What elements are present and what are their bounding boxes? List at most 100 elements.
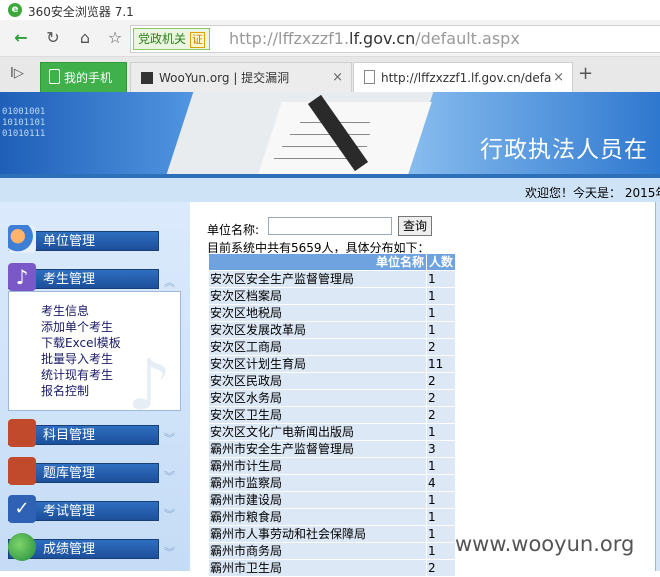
count-cell: 1 xyxy=(426,491,456,509)
table-row: 安次区地税局 1 xyxy=(208,304,456,322)
count-cell: 4 xyxy=(426,474,456,492)
examinee-submenu: ♪ 考生信息 添加单个考生 下载Excel模板 批量导入考生 统计现有考生 报名… xyxy=(8,291,181,426)
url-prefix: http://lffzxzzf1. xyxy=(229,29,350,48)
unit-name-cell: 霸州市人事劳动和社会保障局 xyxy=(208,525,427,543)
right-scroll-strip xyxy=(655,202,660,571)
count-cell: 11 xyxy=(426,355,456,373)
unit-name-cell: 安次区文化广电新闻出版局 xyxy=(208,423,427,441)
menu-question-bank[interactable]: 题库管理 xyxy=(8,457,159,485)
menu-exam-management[interactable]: ✓ 考试管理 xyxy=(8,495,159,523)
home-icon[interactable]: ⌂ xyxy=(74,27,96,49)
table-row: 霸州市人事劳动和社会保障局 1 xyxy=(208,525,456,543)
binary-decoration: 01001001 10101101 01010111 xyxy=(2,107,46,139)
welcome-text: 欢迎您！今天是： 2015年 xyxy=(525,186,660,200)
unit-name-cell: 霸州市粮食局 xyxy=(208,508,427,526)
people-icon xyxy=(8,225,36,253)
table-header-row: 单位名称 人数 xyxy=(208,253,456,271)
submenu-item[interactable]: 下载Excel模板 xyxy=(41,334,121,351)
music-note-watermark-icon: ♪ xyxy=(127,344,172,426)
wooyun-favicon-icon xyxy=(141,72,153,84)
menu-label: 题库管理 xyxy=(43,466,96,481)
menu-label: 考生管理 xyxy=(43,272,96,287)
table-row: 霸州市商务局 1 xyxy=(208,542,456,560)
table-row: 霸州市卫生局 2 xyxy=(208,559,456,577)
table-row: 安次区文化广电新闻出版局 1 xyxy=(208,423,456,441)
url-text[interactable]: http://lffzxzzf1.lf.gov.cn/default.aspx xyxy=(229,29,520,49)
table-row: 安次区安全生产监督管理局 1 xyxy=(208,270,456,288)
chevron-up-icon[interactable]: ︽ xyxy=(164,274,175,290)
navigation-bar: ← ↻ ⌂ ☆ 党政机关证 http://lffzxzzf1.lf.gov.cn… xyxy=(0,20,660,57)
phone-icon xyxy=(49,69,60,84)
menu-unit-management[interactable]: 单位管理 xyxy=(8,225,159,253)
tab-label: WooYun.org | 提交漏洞 xyxy=(159,71,290,85)
url-domain: lf.gov.cn xyxy=(349,29,416,48)
window-titlebar: e 360安全浏览器 7.1 xyxy=(0,0,660,20)
tab-label: http://lffzxzzf1.lf.gov.cn/defa xyxy=(381,71,552,85)
count-cell: 1 xyxy=(426,508,456,526)
unit-name-cell: 安次区安全生产监督管理局 xyxy=(208,270,427,288)
new-tab-icon[interactable]: + xyxy=(578,63,593,84)
unit-name-cell: 霸州市卫生局 xyxy=(208,559,427,577)
menu-examinee-management[interactable]: ♪ 考生管理 xyxy=(8,263,159,291)
menu-label: 成绩管理 xyxy=(43,542,96,557)
menu-label: 科目管理 xyxy=(43,428,96,443)
unit-name-cell: 霸州市监察局 xyxy=(208,474,427,492)
chevron-down-icon[interactable]: ︾ xyxy=(164,430,175,446)
count-cell: 2 xyxy=(426,372,456,390)
book-icon xyxy=(8,457,36,485)
table-row: 霸州市建设局 1 xyxy=(208,491,456,509)
count-cell: 2 xyxy=(426,559,456,577)
checklist-icon: ✓ xyxy=(8,495,36,523)
unit-name-cell: 霸州市商务局 xyxy=(208,542,427,560)
sidebar-toggle-icon[interactable]: I▷ xyxy=(10,66,24,81)
count-cell: 1 xyxy=(426,304,456,322)
table-row: 安次区计划生育局 11 xyxy=(208,355,456,373)
submenu-item[interactable]: 添加单个考生 xyxy=(41,318,113,335)
close-tab-icon[interactable]: × xyxy=(553,63,564,93)
chevron-down-icon[interactable]: ︾ xyxy=(164,544,175,560)
star-icon[interactable]: ☆ xyxy=(104,27,126,49)
tab-wooyun[interactable]: WooYun.org | 提交漏洞 × xyxy=(130,62,352,93)
count-cell: 2 xyxy=(426,406,456,424)
gov-badge-label: 党政机关 xyxy=(138,32,187,46)
unit-name-cell: 安次区卫生局 xyxy=(208,406,427,424)
unit-name-cell: 安次区档案局 xyxy=(208,287,427,305)
table-row: 安次区民政局 2 xyxy=(208,372,456,390)
book-icon xyxy=(8,419,36,447)
tab-current-page[interactable]: http://lffzxzzf1.lf.gov.cn/defa × xyxy=(353,62,573,94)
submenu-item[interactable]: 报名控制 xyxy=(41,382,89,399)
submenu-item[interactable]: 考生信息 xyxy=(41,302,89,319)
menu-subject-management[interactable]: 科目管理 xyxy=(8,419,159,447)
chevron-down-icon[interactable]: ︾ xyxy=(164,506,175,522)
back-arrow-icon[interactable]: ← xyxy=(10,27,32,49)
window-title: 360安全浏览器 7.1 xyxy=(28,5,134,19)
table-row: 安次区工商局 2 xyxy=(208,338,456,356)
address-bar[interactable]: 党政机关证 http://lffzxzzf1.lf.gov.cn/default… xyxy=(130,25,660,53)
refresh-icon[interactable]: ↻ xyxy=(42,27,64,49)
chevron-down-icon[interactable]: ︾ xyxy=(164,468,175,484)
submenu-item[interactable]: 统计现有考生 xyxy=(41,366,113,383)
tab-bar: I▷ 我的手机 WooYun.org | 提交漏洞 × http://lffzxz… xyxy=(0,57,660,94)
close-tab-icon[interactable]: × xyxy=(332,63,343,93)
unit-name-cell: 安次区发展改革局 xyxy=(208,321,427,339)
gov-badge[interactable]: 党政机关证 xyxy=(133,28,211,50)
tab-my-phone[interactable]: 我的手机 xyxy=(40,62,127,93)
unit-name-input[interactable] xyxy=(268,217,392,235)
count-cell: 1 xyxy=(426,270,456,288)
unit-name-cell: 安次区水务局 xyxy=(208,389,427,407)
table-row: 安次区卫生局 2 xyxy=(208,406,456,424)
watermark-text: www.wooyun.org xyxy=(455,532,635,556)
unit-name-label: 单位名称: xyxy=(207,223,260,237)
count-cell: 1 xyxy=(426,457,456,475)
certificate-icon: 证 xyxy=(190,32,206,48)
submenu-item[interactable]: 批量导入考生 xyxy=(41,350,113,367)
globe-icon xyxy=(8,533,36,561)
query-button[interactable]: 查询 xyxy=(398,216,432,236)
menu-score-management[interactable]: 成绩管理 xyxy=(8,533,159,561)
count-cell: 2 xyxy=(426,338,456,356)
welcome-bar: 欢迎您！今天是： 2015年 xyxy=(0,174,660,202)
tab-label: 我的手机 xyxy=(64,71,113,85)
table-row: 安次区档案局 1 xyxy=(208,287,456,305)
unit-name-cell: 霸州市安全生产监督管理局 xyxy=(208,440,427,458)
page-icon xyxy=(364,70,375,84)
